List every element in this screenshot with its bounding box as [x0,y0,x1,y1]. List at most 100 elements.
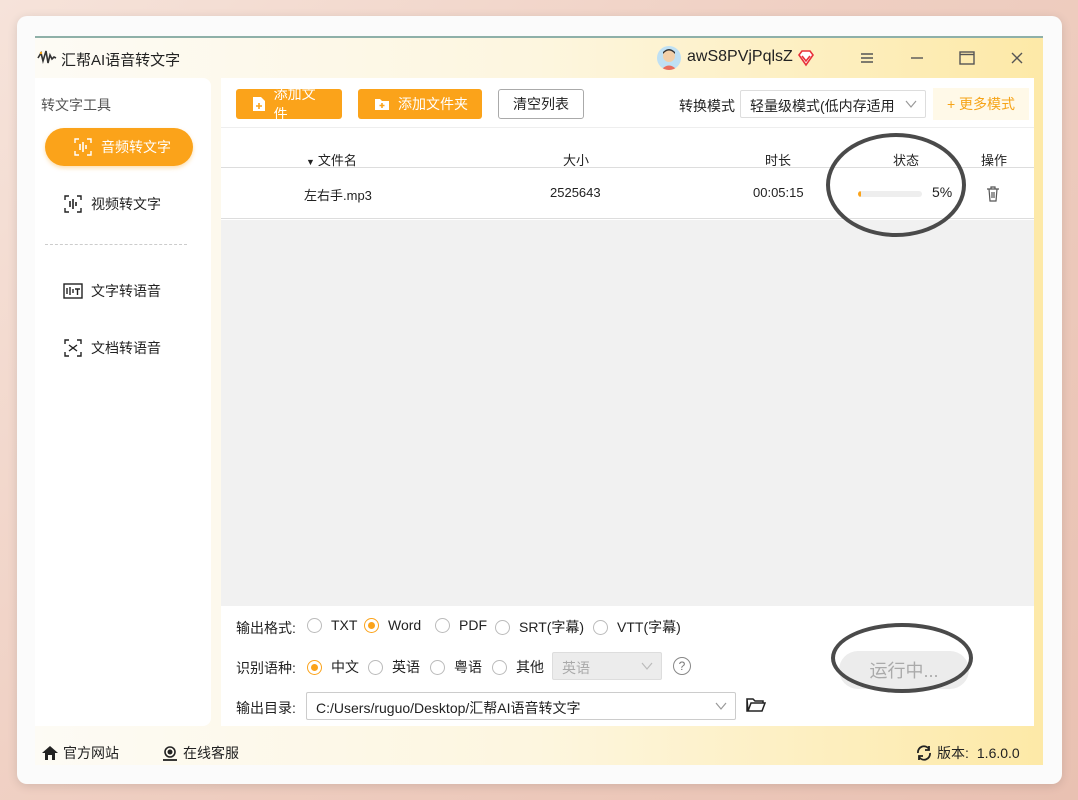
annotation-circle-run [831,623,973,693]
radio-dot [435,617,450,633]
radio-dot [492,659,507,675]
add-file-label: 添加文件 [273,86,316,122]
official-website-link[interactable]: 官方网站 [41,743,119,763]
toolbar: 添加文件 添加文件夹 清空列表 转换模式 轻量级模式(低内存适用 + 更多模式 [221,78,1034,128]
maximize-button[interactable] [954,46,980,70]
radio-dot [495,619,510,635]
lang-option-label: 中文 [331,659,359,675]
language-label: 识别语种: [236,660,296,676]
file-duration-cell: 00:05:15 [753,185,804,200]
help-icon[interactable]: ? [673,657,691,675]
other-language-select[interactable]: 英语 [552,652,662,680]
format-option-label: SRT(字幕) [519,619,585,635]
format-radio-srt[interactable]: SRT(字幕) [495,617,584,637]
clear-list-button[interactable]: 清空列表 [498,89,584,119]
mode-select[interactable]: 轻量级模式(低内存适用 [740,90,926,118]
headset-icon [163,746,177,761]
sidebar-item-label: 视频转文字 [91,196,161,212]
sidebar-divider [45,244,187,245]
sidebar-item-label: 音频转文字 [101,139,171,155]
app-window: 汇帮AI语音转文字 awS8PVjPqlsZ 转文字工具 音频转文字 视频转文字… [35,36,1043,765]
vip-diamond-icon[interactable] [797,49,815,67]
column-header-duration: 时长 [765,153,792,168]
radio-dot [430,659,445,675]
lang-radio-cantonese[interactable]: 粤语 [430,657,482,677]
mode-select-value: 轻量级模式(低内存适用 [750,98,895,114]
column-header-size: 大小 [563,153,590,168]
lang-radio-other[interactable]: 其他 [492,657,544,677]
column-header-action: 操作 [981,153,1008,168]
close-icon [1011,52,1023,64]
format-radio-vtt[interactable]: VTT(字幕) [593,617,681,637]
sidebar-item-text-to-speech[interactable]: 文字转语音 [45,272,193,310]
radio-dot [368,659,383,675]
minimize-button[interactable] [904,46,930,70]
radio-dot [307,617,322,633]
chevron-down-icon [641,662,653,670]
format-option-label: VTT(字幕) [617,619,681,635]
delete-trash-icon[interactable] [986,186,1000,202]
more-modes-button[interactable]: + 更多模式 [933,88,1029,120]
add-folder-icon [375,99,389,110]
format-radio-word[interactable]: Word [364,617,421,633]
close-button[interactable] [1004,46,1030,70]
home-icon [42,746,58,760]
hamburger-icon [861,53,873,63]
output-format-label: 输出格式: [236,620,296,636]
footer: 官方网站 在线客服 版本: 1.6.0.0 [35,736,1043,765]
app-title: 汇帮AI语音转文字 [61,52,181,69]
lang-option-label: 粤语 [454,659,482,675]
user-avatar[interactable] [657,46,681,70]
format-option-label: TXT [331,617,358,633]
lang-option-label: 英语 [392,659,420,675]
lang-radio-english[interactable]: 英语 [368,657,420,677]
user-name[interactable]: awS8PVjPqlsZ [687,48,793,66]
sidebar-item-label: 文字转语音 [91,283,161,299]
output-dir-value: C:/Users/ruguo/Desktop/汇帮AI语音转文字 [316,700,581,716]
minimize-icon [911,57,923,59]
title-bar: 汇帮AI语音转文字 awS8PVjPqlsZ [35,38,1043,78]
open-folder-icon[interactable] [746,696,766,714]
annotation-circle-status [826,133,966,237]
file-size-cell: 2525643 [550,185,601,200]
add-folder-label: 添加文件夹 [398,96,468,112]
column-header-name-label: 文件名 [317,153,357,168]
version-number: 1.6.0.0 [976,745,1020,761]
online-support-label: 在线客服 [183,745,239,761]
doc-to-speech-icon [63,338,83,358]
sidebar-item-doc-to-speech[interactable]: 文档转语音 [45,329,193,367]
sidebar-item-video-to-text[interactable]: 视频转文字 [45,185,193,223]
file-list-empty-area [221,220,1034,606]
add-folder-button[interactable]: 添加文件夹 [358,89,482,119]
maximize-icon [959,51,975,65]
video-to-text-icon [63,194,83,214]
official-website-label: 官方网站 [63,745,119,761]
sidebar-title: 转文字工具 [41,97,111,113]
add-file-icon [253,97,265,111]
column-header-name[interactable]: ▼ 文件名 [306,150,357,169]
sort-down-icon: ▼ [306,157,315,167]
add-file-button[interactable]: 添加文件 [236,86,342,122]
sidebar: 转文字工具 音频转文字 视频转文字 文字转语音 文档转语音 [35,78,211,726]
format-option-label: PDF [459,617,487,633]
version-info[interactable]: 版本: 1.6.0.0 [915,743,1020,763]
radio-dot [307,659,322,675]
output-dir-field[interactable]: C:/Users/ruguo/Desktop/汇帮AI语音转文字 [306,692,736,720]
file-name-cell: 左右手.mp3 [304,188,372,203]
radio-dot [364,617,379,633]
sidebar-item-audio-to-text[interactable]: 音频转文字 [45,128,193,166]
format-option-label: Word [388,617,422,633]
radio-dot [593,619,608,635]
chevron-down-icon [715,702,727,710]
audio-to-text-icon [73,137,93,157]
online-support-link[interactable]: 在线客服 [161,743,239,763]
format-radio-txt[interactable]: TXT [307,617,357,633]
format-radio-pdf[interactable]: PDF [435,617,487,633]
text-to-speech-icon [63,281,83,301]
mode-label: 转换模式 [679,98,735,114]
version-label: 版本: [937,745,969,761]
lang-radio-chinese[interactable]: 中文 [307,657,359,677]
lang-option-label: 其他 [516,659,544,675]
menu-button[interactable] [854,46,880,70]
sidebar-item-label: 文档转语音 [91,340,161,356]
